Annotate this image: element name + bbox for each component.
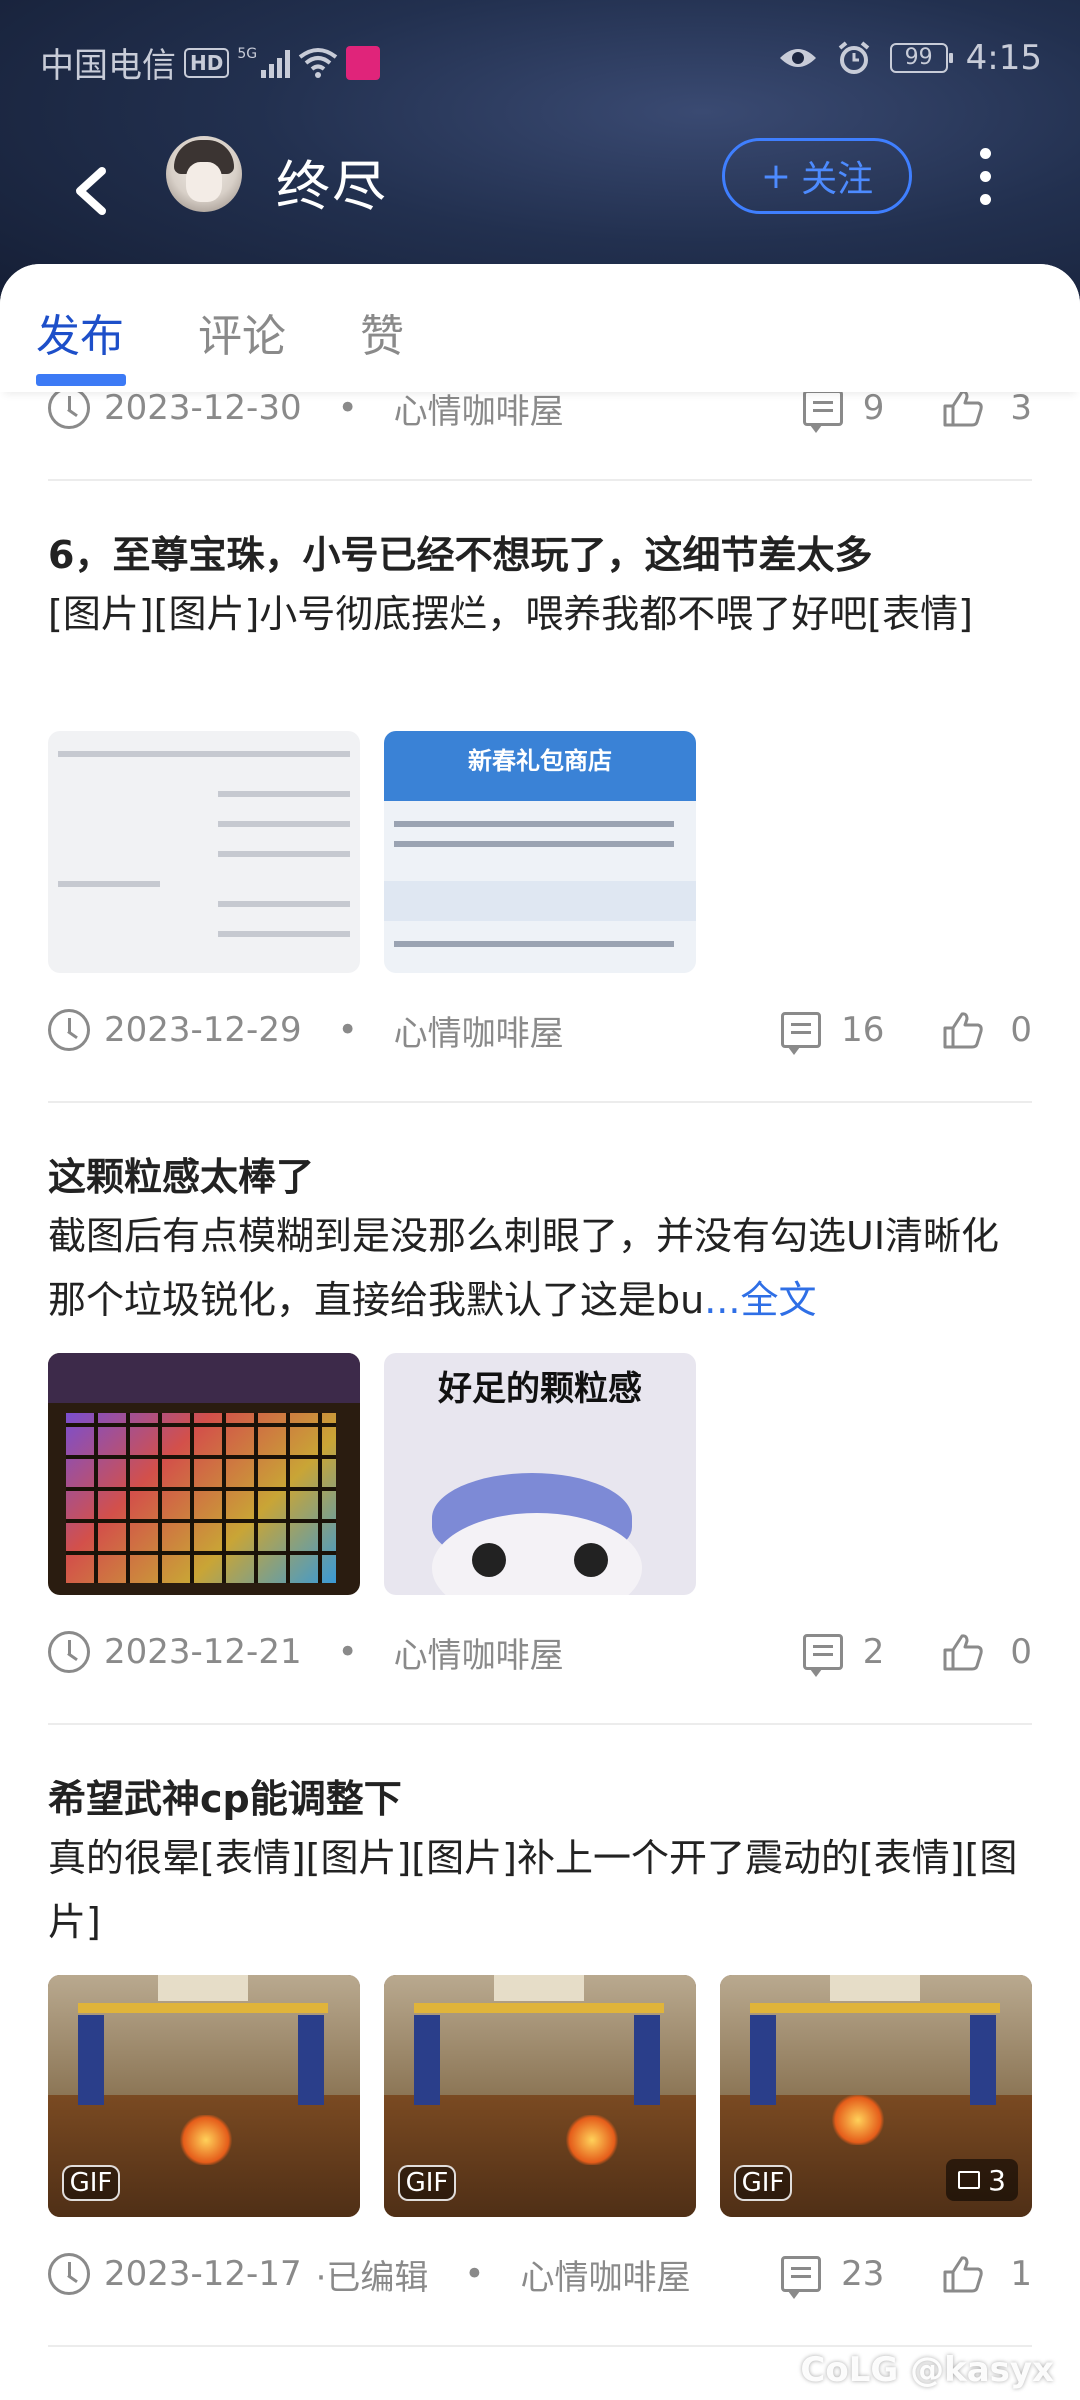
clock-time: 4:15 (965, 38, 1042, 78)
like-count: 0 (1010, 1010, 1032, 1050)
clock-icon (48, 1631, 90, 1673)
image-count-badge: 3 (946, 2159, 1018, 2201)
tab-likes[interactable]: 赞 (360, 300, 404, 364)
image-icon (958, 2171, 981, 2189)
clock-icon (48, 1009, 90, 1051)
avatar[interactable] (166, 136, 242, 212)
clock-icon (48, 387, 90, 429)
post-gif[interactable]: GIF 3 (720, 1975, 1032, 2217)
expand-full-text-link[interactable]: ...全文 (704, 1278, 816, 1322)
divider (48, 2345, 1032, 2347)
thumbs-up-icon[interactable] (942, 388, 984, 428)
post-circle-link[interactable]: 心情咖啡屋 (394, 1628, 564, 1677)
post-circle-link[interactable]: 心情咖啡屋 (394, 1006, 564, 1055)
plus-icon: + (760, 155, 792, 197)
post-body-text: 截图后有点模糊到是没那么刺眼了，并没有勾选UI清晰化那个垃圾锐化，直接给我默认了… (48, 1214, 1000, 1322)
carrier-label: 中国电信 (40, 46, 176, 86)
image-caption: 好足的颗粒感 (438, 1369, 642, 1409)
app-notification-icon (346, 45, 381, 80)
post-date: 2023-12-29 (104, 1010, 302, 1050)
comment-count: 16 (841, 1010, 885, 1050)
profile-username: 终尽 (276, 155, 388, 218)
post-image[interactable]: 新春礼包商店 (384, 731, 696, 973)
comment-count: 2 (862, 1632, 885, 1672)
gif-badge: GIF (62, 2165, 120, 2201)
comment-icon[interactable] (802, 1634, 843, 1677)
like-count: 3 (1010, 388, 1032, 428)
comment-icon[interactable] (781, 2256, 822, 2299)
more-options-icon[interactable] (970, 144, 1000, 208)
gif-badge: GIF (734, 2165, 792, 2201)
post-gif[interactable]: GIF (48, 1975, 360, 2217)
follow-label: 关注 (801, 159, 874, 200)
post-image[interactable] (48, 1353, 360, 1595)
wifi-icon (298, 47, 338, 78)
post-title[interactable]: 这颗粒感太棒了 (48, 1146, 1032, 1201)
clock-icon (48, 2253, 90, 2295)
post-date: 2023-12-17 (104, 2254, 302, 2294)
thumbs-up-icon[interactable] (942, 1010, 984, 1050)
like-count: 0 (1010, 1632, 1032, 1672)
comment-icon[interactable] (781, 1012, 822, 1055)
post-circle-link[interactable]: 心情咖啡屋 (520, 2250, 690, 2299)
profile-content-card: 发布 评论 赞 2023-12-30 • 心情咖啡屋 9 3 6，至尊宝珠，小号… (0, 264, 1080, 2400)
gif-badge: GIF (398, 2165, 456, 2201)
watermark: CoLG @kasyx (800, 2350, 1054, 2390)
post-meta: 2023-12-17 ·已编辑 • 心情咖啡屋 23 1 (48, 2244, 1032, 2304)
tab-posts[interactable]: 发布 (36, 300, 124, 364)
edited-label: ·已编辑 (315, 2257, 429, 2298)
follow-button[interactable]: + 关注 (722, 138, 912, 214)
profile-nav-bar: 终尽 + 关注 (0, 120, 1080, 260)
network-label: 5G (237, 45, 258, 62)
post-gif[interactable]: GIF (384, 1975, 696, 2217)
post-meta: 2023-12-29 • 心情咖啡屋 16 0 (48, 1000, 1032, 1060)
eye-icon (779, 49, 816, 67)
battery-icon: 99 (889, 43, 953, 73)
comment-icon[interactable] (802, 390, 843, 433)
divider (48, 1723, 1032, 1725)
post-image[interactable]: 好足的颗粒感 (384, 1353, 696, 1595)
comment-count: 9 (862, 388, 885, 428)
thumbs-up-icon[interactable] (942, 1632, 984, 1672)
status-bar: 中国电信 HD 5G 99 4:15 (0, 0, 1080, 120)
post-meta: 2023-12-21 • 心情咖啡屋 2 0 (48, 1622, 1032, 1682)
post-body[interactable]: 真的很晕[表情][图片][图片]补上一个开了震动的[表情][图片] (48, 1826, 1032, 1954)
profile-tabs: 发布 评论 赞 (0, 264, 1080, 392)
alarm-icon (838, 41, 869, 74)
divider (48, 479, 1032, 481)
comment-count: 23 (841, 2254, 885, 2294)
hd-icon: HD (184, 47, 230, 78)
image-caption: 新春礼包商店 (468, 747, 612, 775)
post-title[interactable]: 希望武神cp能调整下 (48, 1768, 1032, 1823)
back-arrow-icon[interactable] (60, 145, 120, 235)
post-title[interactable]: 6，至尊宝珠，小号已经不想玩了，这细节差太多 (48, 524, 1032, 579)
post-date: 2023-12-30 (104, 388, 302, 428)
divider (48, 1101, 1032, 1103)
tab-indicator (36, 374, 126, 386)
image-count: 3 (988, 2163, 1006, 2197)
like-count: 1 (1010, 2254, 1032, 2294)
signal-icon (261, 48, 291, 78)
post-body[interactable]: [图片][图片]小号彻底摆烂，喂养我都不喂了好吧[表情] (48, 582, 1032, 646)
post-image[interactable] (48, 731, 360, 973)
post-body[interactable]: 截图后有点模糊到是没那么刺眼了，并没有勾选UI清晰化那个垃圾锐化，直接给我默认了… (48, 1204, 1032, 1332)
thumbs-up-icon[interactable] (942, 2254, 984, 2294)
post-date: 2023-12-21 (104, 1632, 302, 1672)
tab-comments[interactable]: 评论 (198, 300, 286, 364)
